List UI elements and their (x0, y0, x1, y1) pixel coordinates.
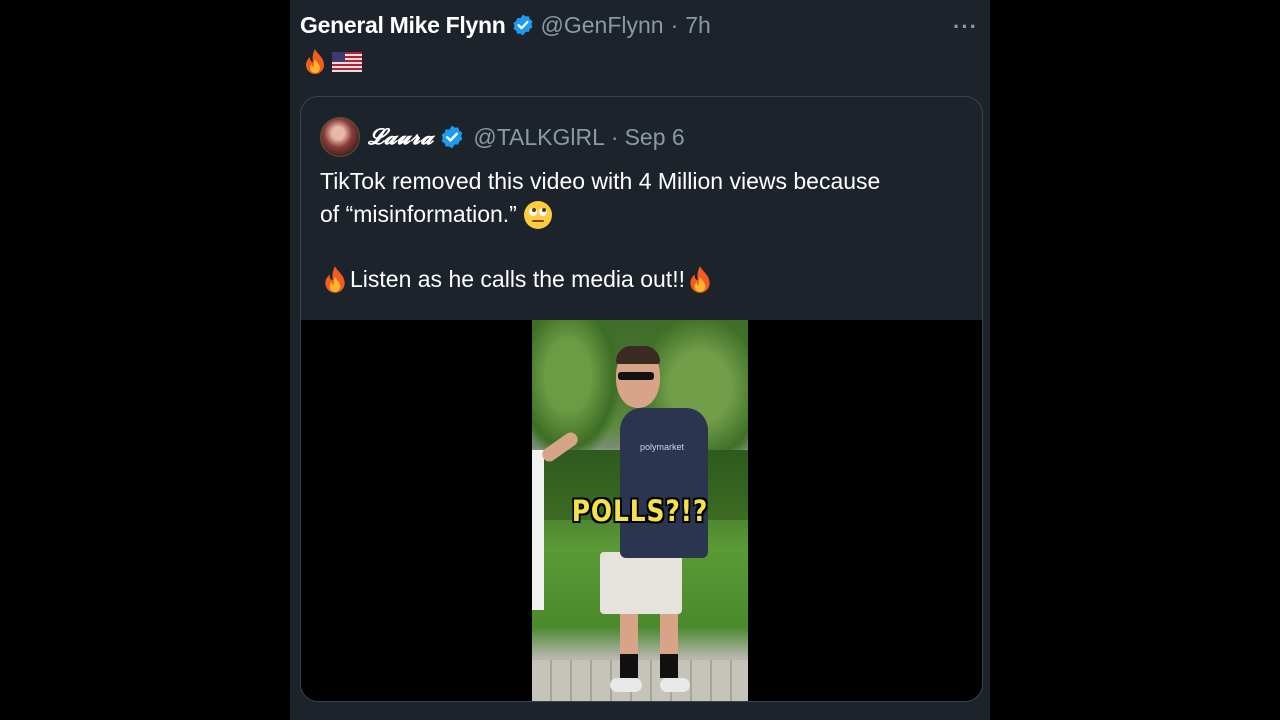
video-person-shorts (600, 552, 682, 614)
avatar[interactable] (320, 117, 360, 157)
text-line-3: Listen as he calls the media out!! (350, 266, 685, 292)
tweet-body (302, 48, 362, 76)
video-shirt-text: polymarket (640, 442, 685, 452)
eye-roll-emoji-icon (523, 200, 553, 230)
video-person-shoe (610, 678, 642, 692)
quoted-tweet-date[interactable]: Sep 6 (625, 124, 685, 151)
verified-badge-icon (439, 124, 465, 150)
video-media[interactable]: polymarket POLLS?!? (301, 320, 982, 701)
text-line: TikTok removed this video with 4 Million… (320, 165, 960, 198)
video-person-sock (660, 654, 678, 678)
fire-emoji-icon (685, 265, 715, 295)
author-name[interactable]: General Mike Flynn (300, 12, 506, 39)
video-person-shoe (660, 678, 690, 692)
quoted-tweet-card[interactable]: 𝓛𝓪𝓾𝓻𝓪 @TALKGlRL · Sep 6 TikTok removed t… (300, 96, 983, 702)
text-line: Listen as he calls the media out!! (320, 263, 960, 296)
video-side-person (532, 450, 544, 610)
video-person-sunglasses (618, 372, 654, 380)
timeline-column: General Mike Flynn @GenFlynn · 7h ··· 𝓛𝓪… (290, 0, 990, 720)
separator-dot: · (670, 11, 679, 38)
separator-dot: · (610, 123, 619, 150)
video-caption: POLLS?!? (571, 494, 709, 528)
text-line: of “misinformation.” (320, 198, 960, 231)
text-line-2: of “misinformation.” (320, 201, 517, 227)
video-person-hair (616, 346, 660, 364)
tweet-header: General Mike Flynn @GenFlynn · 7h ··· (300, 10, 980, 40)
video-person-sock (620, 654, 638, 678)
video-person-shirt (620, 408, 708, 558)
quoted-author-handle[interactable]: @TALKGlRL (473, 124, 605, 151)
tweet-time[interactable]: 7h (685, 12, 711, 39)
author-handle[interactable]: @GenFlynn (541, 12, 664, 39)
text-line-1: TikTok removed this video with 4 Million… (320, 168, 881, 194)
more-options-icon[interactable]: ··· (953, 14, 978, 40)
quoted-tweet-text: TikTok removed this video with 4 Million… (320, 165, 960, 296)
fire-emoji-icon (320, 265, 350, 295)
quoted-author-name[interactable]: 𝓛𝓪𝓾𝓻𝓪 (368, 124, 433, 150)
verified-badge-icon (511, 13, 535, 37)
video-player[interactable]: polymarket POLLS?!? (532, 320, 748, 701)
us-flag-emoji-icon (332, 52, 362, 72)
fire-emoji-icon (302, 48, 328, 76)
quoted-tweet-header: 𝓛𝓪𝓾𝓻𝓪 @TALKGlRL · Sep 6 (320, 117, 685, 157)
